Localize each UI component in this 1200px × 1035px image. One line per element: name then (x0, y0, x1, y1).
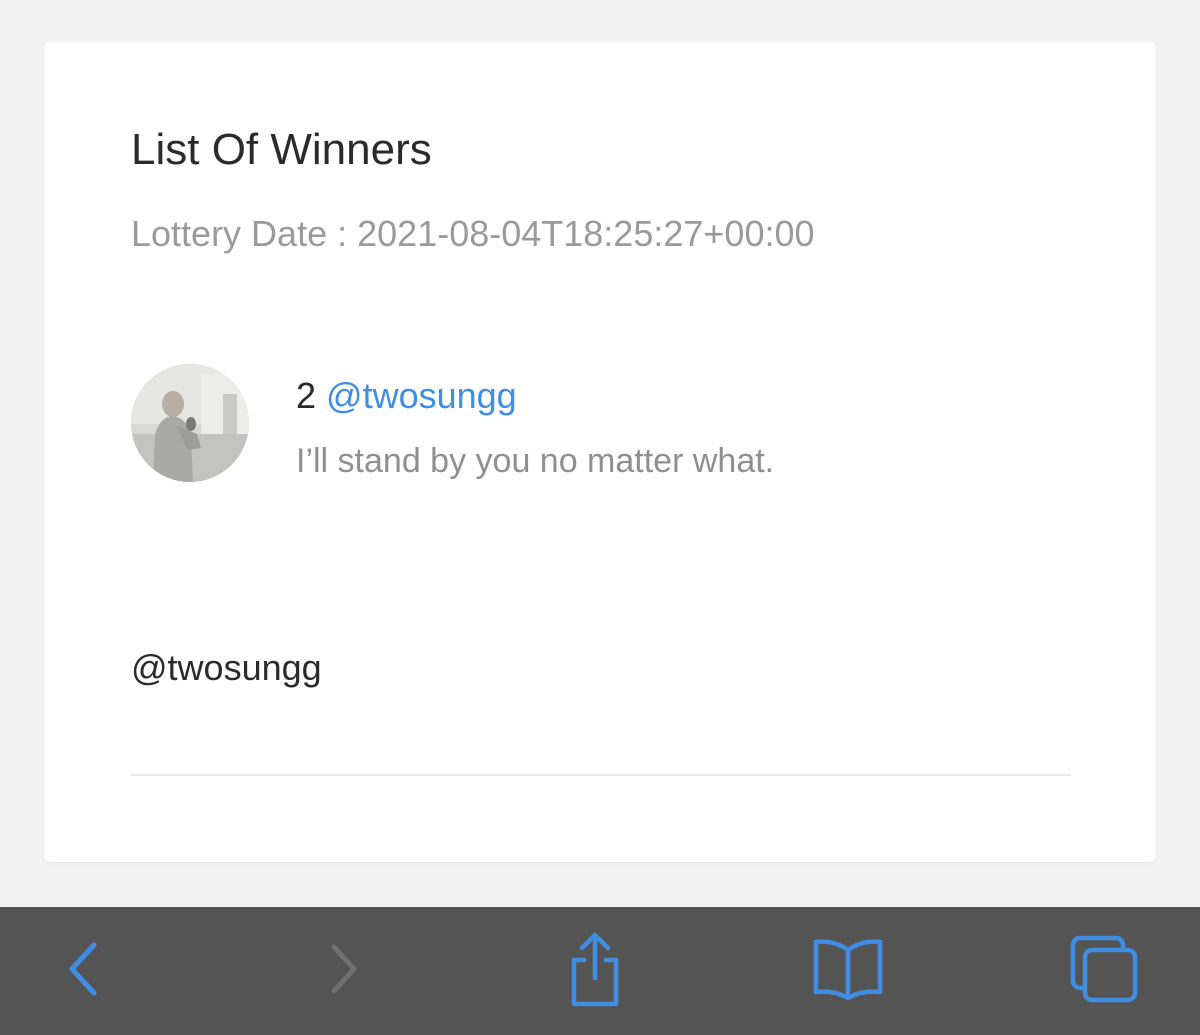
avatar[interactable] (131, 364, 249, 482)
divider (131, 774, 1071, 776)
forward-button[interactable] (304, 929, 384, 1009)
lottery-date: Lottery Date : 2021-08-04T18:25:27+00:00 (131, 212, 815, 256)
lottery-date-value: 2021-08-04T18:25:27+00:00 (357, 213, 815, 254)
chevron-right-icon (331, 944, 357, 994)
footer-handle: @twosungg (131, 647, 322, 688)
back-button[interactable] (44, 929, 124, 1009)
bookmarks-button[interactable] (808, 929, 888, 1009)
tabs-icon (1070, 935, 1138, 1003)
book-icon (813, 939, 883, 1001)
winners-card: List Of Winners Lottery Date : 2021-08-0… (44, 42, 1156, 862)
browser-toolbar (0, 907, 1200, 1035)
lottery-date-label: Lottery Date (131, 213, 328, 254)
winner-info: 2 @twosungg I’ll stand by you no matter … (296, 374, 774, 482)
tabs-button[interactable] (1062, 929, 1142, 1009)
chevron-left-icon (69, 942, 97, 996)
winner-line: 2 @twosungg (296, 374, 774, 418)
winner-comment: I’ll stand by you no matter what. (296, 442, 775, 480)
share-icon (571, 932, 619, 1007)
avatar-image (131, 364, 249, 482)
page: List Of Winners Lottery Date : 2021-08-0… (0, 0, 1200, 1035)
page-title: List Of Winners (131, 125, 432, 174)
share-button[interactable] (555, 929, 635, 1009)
winner-handle-link[interactable]: @twosungg (326, 375, 517, 416)
winner-rank: 2 (296, 375, 317, 416)
lottery-date-separator: : (327, 213, 358, 254)
winner-entry: 2 @twosungg I’ll stand by you no matter … (131, 364, 1071, 484)
